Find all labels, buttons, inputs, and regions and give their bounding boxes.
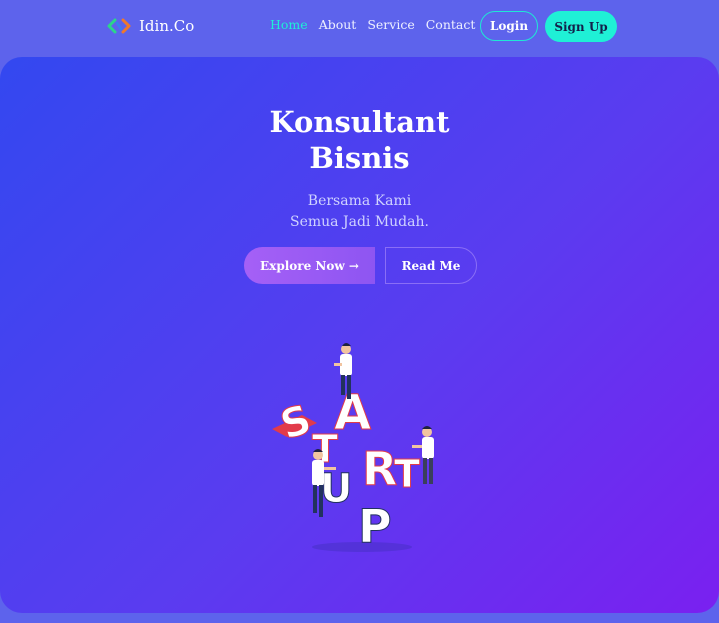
login-button[interactable]: Login xyxy=(480,11,538,41)
letter-a: A xyxy=(334,385,372,442)
hero-title-line-1: Konsultant xyxy=(269,105,450,139)
signup-button[interactable]: Sign Up xyxy=(545,11,617,42)
letter-r: R xyxy=(362,442,398,497)
letter-u-text: U xyxy=(320,466,352,512)
nav-link-home[interactable]: Home xyxy=(270,17,308,32)
hero-subtitle-line-2: Semua Jadi Mudah. xyxy=(290,214,429,230)
letter-r-text: R xyxy=(362,442,397,496)
letter-s: S xyxy=(272,396,317,450)
nav-link-service[interactable]: Service xyxy=(367,17,414,32)
letter-t2: T xyxy=(394,452,421,497)
hero-subtitle: Bersama Kami Semua Jadi Mudah. xyxy=(0,191,719,233)
nav-link-contact[interactable]: Contact xyxy=(426,17,476,32)
startup-isometric-illustration: S T A R T U P xyxy=(272,343,434,554)
letter-s-text: S xyxy=(275,396,317,449)
brand-name: Idin.Co xyxy=(139,17,195,35)
hero-title: Konsultant Bisnis xyxy=(0,104,719,176)
letter-p: P xyxy=(358,499,393,554)
letter-u: U xyxy=(320,466,353,513)
explore-now-button[interactable]: Explore Now → xyxy=(244,247,375,284)
brand[interactable]: Idin.Co xyxy=(106,14,194,38)
hero-title-line-2: Bisnis xyxy=(309,141,410,175)
letter-t2-text: T xyxy=(394,452,420,496)
hero-section: Konsultant Bisnis Bersama Kami Semua Jad… xyxy=(0,57,719,613)
code-brackets-icon xyxy=(107,18,131,34)
top-navbar: Idin.Co Home About Service Contact Login… xyxy=(0,0,719,52)
read-me-button[interactable]: Read Me xyxy=(385,247,477,284)
nav-link-about[interactable]: About xyxy=(319,17,357,32)
hero-subtitle-line-1: Bersama Kami xyxy=(307,193,412,209)
nav-links: Home About Service Contact xyxy=(270,17,475,32)
letter-a-text: A xyxy=(334,385,371,441)
letter-p-text: P xyxy=(358,499,392,553)
